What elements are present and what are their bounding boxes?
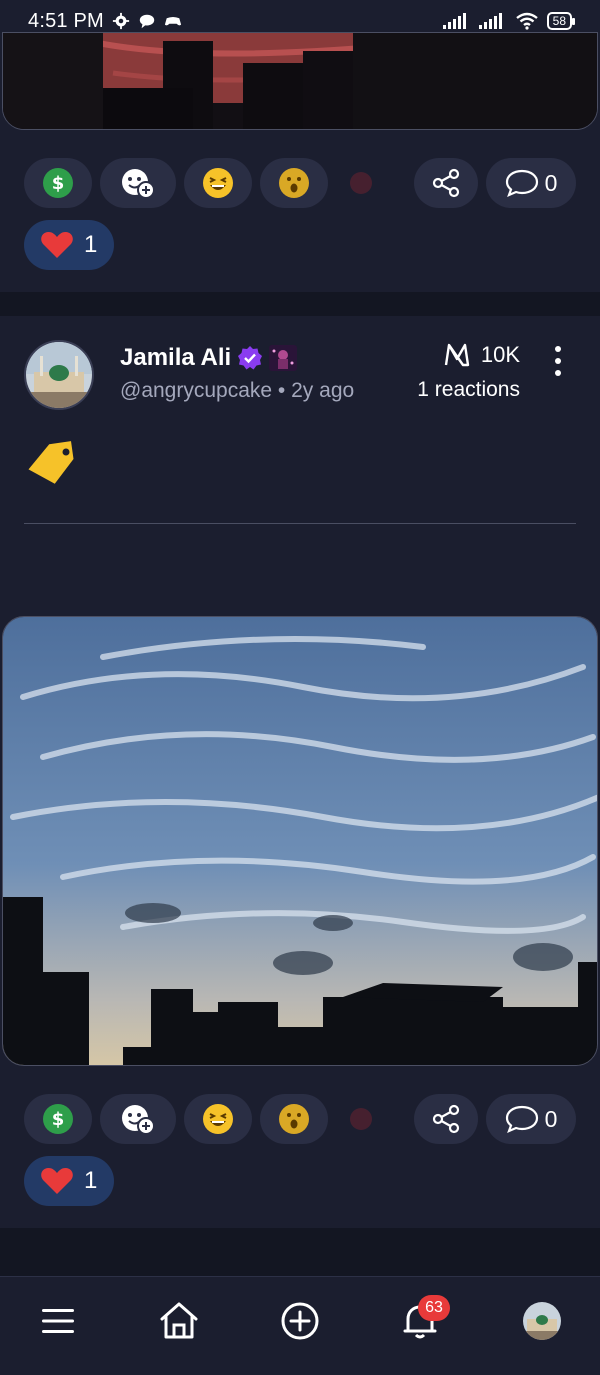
comments-count: 0 xyxy=(544,169,558,196)
surprised-emoji-icon xyxy=(279,168,309,198)
wifi-icon xyxy=(515,12,538,30)
reaction-bar: $ 0 xyxy=(24,1094,576,1144)
views-count: 10K xyxy=(480,342,520,367)
more-reactions-button[interactable] xyxy=(336,158,386,208)
tip-button[interactable]: $ xyxy=(24,1094,92,1144)
nft-badge-icon xyxy=(269,345,298,371)
post-stats: 10K 1 reactions xyxy=(417,342,520,402)
add-emoji-icon xyxy=(122,169,155,199)
add-reaction-button[interactable] xyxy=(100,1094,176,1144)
dollar-coin-icon: $ xyxy=(43,168,73,198)
menu-icon xyxy=(42,1309,74,1333)
tag-icon[interactable] xyxy=(26,440,78,486)
feed-separator xyxy=(0,292,600,316)
comments-button[interactable]: 0 xyxy=(486,158,576,208)
author-avatar[interactable] xyxy=(24,340,94,410)
mosque-avatar-image xyxy=(523,1302,561,1340)
reactions-count[interactable]: 1 reactions xyxy=(417,378,520,402)
add-emoji-icon xyxy=(122,1105,155,1135)
heart-icon xyxy=(41,1168,73,1194)
share-button[interactable] xyxy=(414,1094,478,1144)
author-meta: @angrycupcake • 2y ago xyxy=(120,379,354,403)
dollar-coin-icon: $ xyxy=(43,1104,73,1134)
laughing-emoji-icon xyxy=(203,1104,233,1134)
battery-icon: 58 xyxy=(546,12,576,30)
add-circle-icon xyxy=(281,1302,319,1340)
share-icon xyxy=(432,168,460,198)
add-reaction-button[interactable] xyxy=(100,158,176,208)
more-reactions-button[interactable] xyxy=(336,1094,386,1144)
home-button[interactable] xyxy=(157,1299,201,1343)
cloudy-sky-photo xyxy=(3,617,597,1065)
comments-button[interactable]: 0 xyxy=(486,1094,576,1144)
settings-gear-icon xyxy=(112,12,129,30)
comments-count: 0 xyxy=(544,1105,558,1132)
home-icon xyxy=(160,1302,198,1339)
red-reaction-icon xyxy=(350,172,372,194)
gamepad-icon xyxy=(164,16,181,26)
surprised-emoji-icon xyxy=(279,1104,309,1134)
share-button[interactable] xyxy=(414,158,478,208)
sunset-photo xyxy=(3,33,597,129)
red-reaction-icon xyxy=(350,1108,372,1130)
tip-button[interactable]: $ xyxy=(24,158,92,208)
post-card-previous: $ 0 1 xyxy=(0,32,600,292)
comment-icon xyxy=(505,1105,538,1134)
profile-button[interactable] xyxy=(520,1299,564,1343)
post-card: Jamila Ali @angrycupcake • 2y ago 10K 1 … xyxy=(0,316,600,1228)
comment-icon xyxy=(505,169,538,198)
dot xyxy=(555,358,561,364)
heart-icon xyxy=(41,232,73,258)
mosque-avatar-image xyxy=(26,342,92,408)
heart-reaction-button[interactable]: 1 xyxy=(24,220,114,270)
author-name-row: Jamila Ali xyxy=(120,344,298,372)
menu-button[interactable] xyxy=(36,1299,80,1343)
post-image[interactable] xyxy=(2,616,598,1066)
author-handle[interactable]: @angrycupcake xyxy=(120,379,272,402)
wow-reaction-button[interactable] xyxy=(260,1094,328,1144)
wow-reaction-button[interactable] xyxy=(260,158,328,208)
chat-bubble-icon xyxy=(139,14,155,29)
share-icon xyxy=(432,1104,460,1134)
laugh-reaction-button[interactable] xyxy=(184,1094,252,1144)
notifications-badge: 63 xyxy=(418,1295,450,1321)
laugh-reaction-button[interactable] xyxy=(184,158,252,208)
heart-count: 1 xyxy=(84,1167,98,1194)
post-time: 2y ago xyxy=(291,379,355,402)
more-options-button[interactable] xyxy=(550,346,566,376)
heart-count: 1 xyxy=(84,231,98,258)
feed-separator xyxy=(0,1228,600,1276)
bottom-navigation: 63 xyxy=(0,1276,600,1375)
reaction-bar: $ 0 xyxy=(24,158,576,208)
views-row: 10K xyxy=(417,342,520,368)
svg-text:$: $ xyxy=(52,1109,65,1130)
verified-badge-icon xyxy=(238,346,263,370)
create-post-button[interactable] xyxy=(278,1299,322,1343)
signal-icon xyxy=(442,13,466,29)
status-time: 4:51 PM xyxy=(28,9,104,32)
svg-text:$: $ xyxy=(52,173,65,194)
author-name[interactable]: Jamila Ali xyxy=(120,344,231,372)
signal-icon xyxy=(478,13,502,29)
laughing-emoji-icon xyxy=(203,168,233,198)
post-divider xyxy=(24,523,576,524)
brand-m-icon xyxy=(444,343,470,367)
meta-separator: • xyxy=(277,379,286,402)
dot xyxy=(555,346,561,352)
profile-avatar xyxy=(523,1302,561,1340)
dot xyxy=(555,370,561,376)
heart-reaction-button[interactable]: 1 xyxy=(24,1156,114,1206)
post-image[interactable] xyxy=(2,32,598,130)
